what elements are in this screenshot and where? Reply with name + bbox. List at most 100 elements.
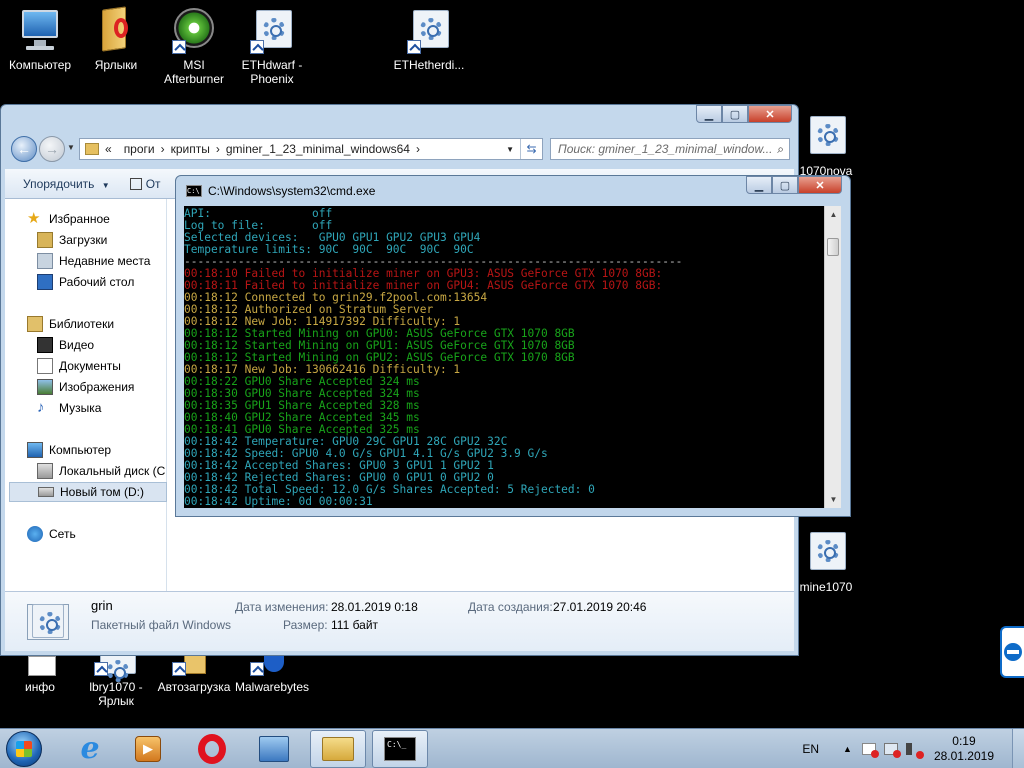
images-icon <box>37 379 53 395</box>
breadcrumb-gminer[interactable]: gminer_1_23_minimal_windows64 <box>226 142 410 156</box>
nav-desktop[interactable]: Рабочий стол <box>37 272 134 292</box>
cmd-window: C:\ C:\Windows\system32\cmd.exe ▁ ▢ ✕ AP… <box>175 175 851 517</box>
windows-logo-icon <box>6 731 42 767</box>
network-status-icon[interactable] <box>883 743 901 758</box>
taskbar-ie[interactable]: e <box>62 730 118 768</box>
tray-expand-icon[interactable]: ▲ <box>843 744 852 754</box>
navigation-pane: ★ Избранное Загрузки Недавние места Рабоч… <box>5 199 167 591</box>
language-indicator[interactable]: EN <box>802 742 819 756</box>
desktop-icon <box>37 274 53 290</box>
scroll-thumb[interactable] <box>827 238 839 256</box>
afterburner-icon <box>170 6 218 54</box>
desktop-icon-malwarebytes[interactable]: Malwarebytes <box>232 652 312 694</box>
desktop-icon-lbry1070[interactable]: lbry1070 - Ярлык <box>76 652 156 708</box>
nav-network[interactable]: Сеть <box>27 524 76 544</box>
minimize-button[interactable]: ▁ <box>746 176 772 194</box>
scroll-down-arrow-icon[interactable]: ▼ <box>825 491 842 508</box>
breadcrumb-separator[interactable]: › <box>216 142 220 156</box>
nav-images[interactable]: Изображения <box>37 377 134 397</box>
clock-date: 28.01.2019 <box>933 749 994 763</box>
desktop-icon-1070nova[interactable]: 1070nova <box>794 112 858 178</box>
refresh-button[interactable]: ⇆ <box>520 139 542 159</box>
action-center-icon[interactable] <box>861 743 879 758</box>
clock-time: 0:19 <box>952 734 976 748</box>
forward-button[interactable]: → <box>39 136 65 162</box>
taskbar-cmd[interactable]: C:\_ <box>372 730 428 768</box>
batch-file-icon <box>27 604 69 640</box>
scroll-up-arrow-icon[interactable]: ▲ <box>825 206 842 223</box>
details-pane: grin Пакетный файл Windows Дата изменени… <box>5 591 794 651</box>
nav-recent[interactable]: Недавние места <box>37 251 150 271</box>
address-dropdown-icon[interactable]: ▼ <box>506 145 514 154</box>
desktop-icon-shortcuts-folder[interactable]: Ярлыки <box>76 6 156 72</box>
nav-music[interactable]: ♪ Музыка <box>37 398 101 418</box>
show-desktop-button[interactable] <box>1012 729 1024 768</box>
arrow-right-icon: → <box>45 141 59 157</box>
modified-label: Дата изменения: <box>235 600 329 614</box>
desktop-icon-msi-afterburner[interactable]: MSI Afterburner <box>154 6 234 86</box>
breadcrumb-overflow[interactable]: « <box>105 142 112 156</box>
maximize-button[interactable]: ▢ <box>722 105 748 123</box>
computer-icon <box>16 6 64 54</box>
size-value: 111 байт <box>331 618 379 632</box>
start-button[interactable] <box>2 729 46 768</box>
cmd-title-text: C:\Windows\system32\cmd.exe <box>208 184 376 198</box>
organize-button[interactable]: Упорядочить ▼ <box>23 177 110 191</box>
volume-icon[interactable] <box>905 743 924 759</box>
console-output[interactable]: API: off Log to file: off Selected devices… <box>184 206 826 508</box>
breadcrumb-separator[interactable]: › <box>416 142 420 156</box>
search-input[interactable]: Поиск: gminer_1_23_minimal_window... ⌕ <box>550 138 790 160</box>
batch-file-icon <box>405 6 453 54</box>
minimize-button[interactable]: ▁ <box>696 105 722 123</box>
taskbar-explorer[interactable] <box>310 730 366 768</box>
back-button[interactable]: ← <box>11 136 37 162</box>
folder-icon <box>322 737 354 761</box>
desktop-icon-autostart[interactable]: Автозагрузка <box>154 652 234 694</box>
taskbar-control-panel[interactable] <box>246 730 302 768</box>
music-icon: ♪ <box>37 399 45 416</box>
control-panel-icon <box>259 736 289 762</box>
nav-label: Видео <box>59 338 95 352</box>
desktop-icon-mine1070[interactable]: mine1070 <box>794 528 858 594</box>
desktop-icon-ethetherdi[interactable]: ETHetherdi... <box>386 6 472 72</box>
desktop-icon-info[interactable]: инфо <box>0 652 80 694</box>
close-button[interactable]: ✕ <box>798 176 842 194</box>
open-button[interactable]: От <box>129 177 161 191</box>
cmd-window-controls: ▁ ▢ ✕ <box>746 176 842 194</box>
breadcrumb-separator[interactable]: › <box>161 142 165 156</box>
taskbar-media-player[interactable]: ▶ <box>120 730 176 768</box>
folder-icon <box>92 6 140 54</box>
explorer-nav-row: ← → ▼ « проги › крипты › gminer_1_23_min… <box>1 135 798 163</box>
nav-local-disk[interactable]: Локальный диск (C <box>37 461 165 481</box>
teamviewer-tab[interactable] <box>1000 626 1024 678</box>
nav-label: Загрузки <box>59 233 108 247</box>
clock[interactable]: 0:19 28.01.2019 <box>934 734 994 764</box>
cmd-icon: C:\_ <box>384 737 416 761</box>
close-button[interactable]: ✕ <box>748 105 792 123</box>
folder-icon <box>85 143 99 155</box>
nav-downloads[interactable]: Загрузки <box>37 230 107 250</box>
desktop-icon-ethdwarf-phoenix[interactable]: ETHdwarf - Phoenix <box>232 6 312 86</box>
cmd-icon: C:\ <box>186 185 202 197</box>
cmd-title: C:\ C:\Windows\system32\cmd.exe <box>186 184 375 198</box>
address-bar[interactable]: « проги › крипты › gminer_1_23_minimal_w… <box>79 138 543 160</box>
nav-new-volume[interactable]: Новый том (D:) <box>9 482 167 502</box>
arrow-left-icon: ← <box>17 141 31 157</box>
maximize-button[interactable]: ▢ <box>772 176 798 194</box>
nav-documents[interactable]: Документы <box>37 356 121 376</box>
nav-label: Изображения <box>59 380 135 394</box>
taskbar-opera[interactable] <box>184 730 240 768</box>
computer-icon <box>27 442 43 458</box>
breadcrumb-kripty[interactable]: крипты <box>171 142 210 156</box>
console-scrollbar[interactable]: ▲ ▼ <box>824 206 841 508</box>
nav-favorites[interactable]: ★ Избранное <box>27 209 110 229</box>
desktop-icon-computer[interactable]: Компьютер <box>0 6 80 72</box>
breadcrumb-progi[interactable]: проги <box>124 142 155 156</box>
file-type: Пакетный файл Windows <box>91 618 232 632</box>
history-dropdown[interactable]: ▼ <box>67 143 75 152</box>
nav-computer[interactable]: Компьютер <box>27 440 111 460</box>
nav-libraries[interactable]: Библиотеки <box>27 314 114 334</box>
nav-video[interactable]: Видео <box>37 335 94 355</box>
teamviewer-icon <box>1004 643 1022 661</box>
explorer-titlebar[interactable] <box>1 105 798 131</box>
